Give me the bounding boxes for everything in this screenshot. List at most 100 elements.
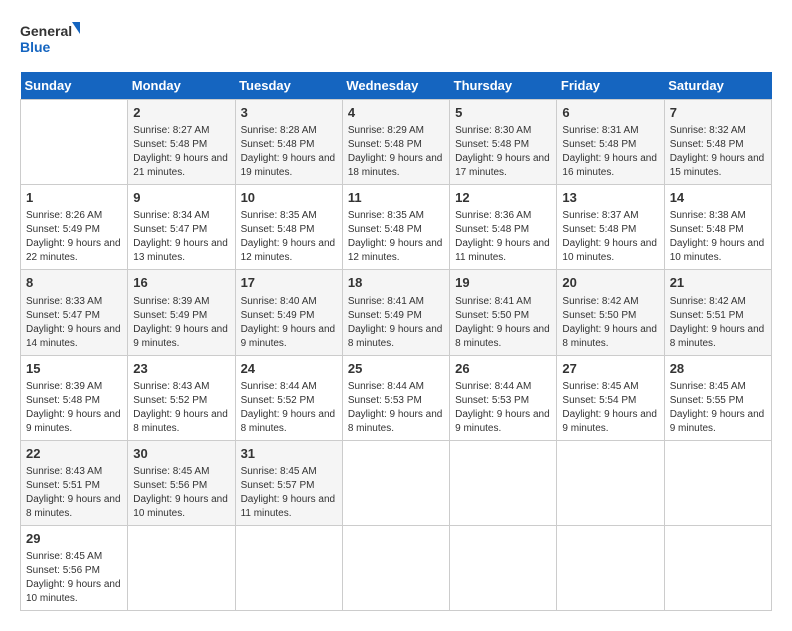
day-info: Sunrise: 8:42 AM Sunset: 5:51 PM Dayligh… [670, 295, 766, 351]
day-number: 2 [133, 104, 229, 122]
day-info: Sunrise: 8:33 AM Sunset: 5:47 PM Dayligh… [26, 295, 122, 351]
day-number: 13 [562, 189, 658, 207]
day-info: Sunrise: 8:29 AM Sunset: 5:48 PM Dayligh… [348, 124, 444, 180]
header: General Blue [20, 20, 772, 62]
day-info: Sunrise: 8:43 AM Sunset: 5:51 PM Dayligh… [26, 465, 122, 521]
day-info: Sunrise: 8:44 AM Sunset: 5:52 PM Dayligh… [241, 380, 337, 436]
calendar-week-row: 8 Sunrise: 8:33 AM Sunset: 5:47 PM Daylig… [21, 270, 772, 355]
day-number: 25 [348, 360, 444, 378]
calendar-cell: 18Sunrise: 8:41 AM Sunset: 5:49 PM Dayli… [342, 270, 449, 355]
calendar-header-row: SundayMondayTuesdayWednesdayThursdayFrid… [21, 72, 772, 100]
day-number: 7 [670, 104, 766, 122]
day-info: Sunrise: 8:26 AM Sunset: 5:49 PM Dayligh… [26, 209, 122, 265]
calendar-cell [664, 525, 771, 610]
calendar-cell: 16Sunrise: 8:39 AM Sunset: 5:49 PM Dayli… [128, 270, 235, 355]
calendar-cell: 4Sunrise: 8:29 AM Sunset: 5:48 PM Daylig… [342, 100, 449, 185]
day-number: 29 [26, 530, 122, 548]
day-info: Sunrise: 8:45 AM Sunset: 5:56 PM Dayligh… [26, 550, 122, 606]
day-header-friday: Friday [557, 72, 664, 100]
calendar-cell: 2 Sunrise: 8:27 AM Sunset: 5:48 PM Daylig… [128, 100, 235, 185]
day-info: Sunrise: 8:28 AM Sunset: 5:48 PM Dayligh… [241, 124, 337, 180]
day-info: Sunrise: 8:43 AM Sunset: 5:52 PM Dayligh… [133, 380, 229, 436]
calendar-cell: 21 Sunrise: 8:42 AM Sunset: 5:51 PM Dayli… [664, 270, 771, 355]
calendar-cell [21, 100, 128, 185]
day-info: Sunrise: 8:31 AM Sunset: 5:48 PM Dayligh… [562, 124, 658, 180]
calendar-cell: 19Sunrise: 8:41 AM Sunset: 5:50 PM Dayli… [450, 270, 557, 355]
day-number: 11 [348, 189, 444, 207]
day-header-tuesday: Tuesday [235, 72, 342, 100]
calendar-cell: 3 Sunrise: 8:28 AM Sunset: 5:48 PM Daylig… [235, 100, 342, 185]
calendar-cell: 22 Sunrise: 8:43 AM Sunset: 5:51 PM Dayli… [21, 440, 128, 525]
day-info: Sunrise: 8:30 AM Sunset: 5:48 PM Dayligh… [455, 124, 551, 180]
calendar-cell: 17 Sunrise: 8:40 AM Sunset: 5:49 PM Dayli… [235, 270, 342, 355]
day-info: Sunrise: 8:39 AM Sunset: 5:48 PM Dayligh… [26, 380, 122, 436]
day-number: 3 [241, 104, 337, 122]
svg-text:Blue: Blue [20, 39, 51, 55]
svg-text:General: General [20, 23, 72, 39]
day-info: Sunrise: 8:45 AM Sunset: 5:57 PM Dayligh… [241, 465, 337, 521]
calendar-cell [128, 525, 235, 610]
calendar-cell: 15 Sunrise: 8:39 AM Sunset: 5:48 PM Dayli… [21, 355, 128, 440]
calendar-cell: 12 Sunrise: 8:36 AM Sunset: 5:48 PM Dayli… [450, 185, 557, 270]
logo-svg: General Blue [20, 20, 80, 62]
day-info: Sunrise: 8:45 AM Sunset: 5:55 PM Dayligh… [670, 380, 766, 436]
day-number: 15 [26, 360, 122, 378]
day-number: 16 [133, 274, 229, 292]
day-number: 21 [670, 274, 766, 292]
calendar-cell: 23Sunrise: 8:43 AM Sunset: 5:52 PM Dayli… [128, 355, 235, 440]
day-number: 31 [241, 445, 337, 463]
day-number: 30 [133, 445, 229, 463]
day-info: Sunrise: 8:35 AM Sunset: 5:48 PM Dayligh… [348, 209, 444, 265]
day-number: 8 [26, 274, 122, 292]
calendar-cell: 9 Sunrise: 8:34 AM Sunset: 5:47 PM Daylig… [128, 185, 235, 270]
calendar-cell: 13 Sunrise: 8:37 AM Sunset: 5:48 PM Dayli… [557, 185, 664, 270]
day-number: 24 [241, 360, 337, 378]
calendar-cell: 8 Sunrise: 8:33 AM Sunset: 5:47 PM Daylig… [21, 270, 128, 355]
day-number: 12 [455, 189, 551, 207]
day-number: 1 [26, 189, 122, 207]
day-info: Sunrise: 8:41 AM Sunset: 5:50 PM Dayligh… [455, 295, 551, 351]
calendar-cell: 30Sunrise: 8:45 AM Sunset: 5:56 PM Dayli… [128, 440, 235, 525]
calendar-week-row: 22 Sunrise: 8:43 AM Sunset: 5:51 PM Dayli… [21, 440, 772, 525]
calendar-cell: 1 Sunrise: 8:26 AM Sunset: 5:49 PM Daylig… [21, 185, 128, 270]
day-number: 9 [133, 189, 229, 207]
calendar-week-row: 2 Sunrise: 8:27 AM Sunset: 5:48 PM Daylig… [21, 100, 772, 185]
day-info: Sunrise: 8:38 AM Sunset: 5:48 PM Dayligh… [670, 209, 766, 265]
day-info: Sunrise: 8:34 AM Sunset: 5:47 PM Dayligh… [133, 209, 229, 265]
day-header-sunday: Sunday [21, 72, 128, 100]
calendar-cell: 26 Sunrise: 8:44 AM Sunset: 5:53 PM Dayli… [450, 355, 557, 440]
day-number: 17 [241, 274, 337, 292]
calendar-cell: 11 Sunrise: 8:35 AM Sunset: 5:48 PM Dayli… [342, 185, 449, 270]
calendar-cell: 25 Sunrise: 8:44 AM Sunset: 5:53 PM Dayli… [342, 355, 449, 440]
calendar-cell: 20Sunrise: 8:42 AM Sunset: 5:50 PM Dayli… [557, 270, 664, 355]
calendar-cell [342, 440, 449, 525]
day-info: Sunrise: 8:40 AM Sunset: 5:49 PM Dayligh… [241, 295, 337, 351]
day-number: 10 [241, 189, 337, 207]
day-info: Sunrise: 8:36 AM Sunset: 5:48 PM Dayligh… [455, 209, 551, 265]
day-number: 22 [26, 445, 122, 463]
calendar-week-row: 1 Sunrise: 8:26 AM Sunset: 5:49 PM Daylig… [21, 185, 772, 270]
calendar-cell: 14Sunrise: 8:38 AM Sunset: 5:48 PM Dayli… [664, 185, 771, 270]
day-info: Sunrise: 8:27 AM Sunset: 5:48 PM Dayligh… [133, 124, 229, 180]
day-number: 6 [562, 104, 658, 122]
day-info: Sunrise: 8:44 AM Sunset: 5:53 PM Dayligh… [455, 380, 551, 436]
calendar-cell: 6 Sunrise: 8:31 AM Sunset: 5:48 PM Daylig… [557, 100, 664, 185]
day-info: Sunrise: 8:44 AM Sunset: 5:53 PM Dayligh… [348, 380, 444, 436]
calendar-week-row: 29 Sunrise: 8:45 AM Sunset: 5:56 PM Dayli… [21, 525, 772, 610]
day-header-monday: Monday [128, 72, 235, 100]
day-number: 26 [455, 360, 551, 378]
calendar-cell [450, 525, 557, 610]
calendar-cell: 31 Sunrise: 8:45 AM Sunset: 5:57 PM Dayli… [235, 440, 342, 525]
day-number: 20 [562, 274, 658, 292]
day-info: Sunrise: 8:35 AM Sunset: 5:48 PM Dayligh… [241, 209, 337, 265]
day-info: Sunrise: 8:45 AM Sunset: 5:54 PM Dayligh… [562, 380, 658, 436]
calendar-cell: 7 Sunrise: 8:32 AM Sunset: 5:48 PM Daylig… [664, 100, 771, 185]
day-info: Sunrise: 8:32 AM Sunset: 5:48 PM Dayligh… [670, 124, 766, 180]
day-info: Sunrise: 8:37 AM Sunset: 5:48 PM Dayligh… [562, 209, 658, 265]
calendar-week-row: 15 Sunrise: 8:39 AM Sunset: 5:48 PM Dayli… [21, 355, 772, 440]
day-header-saturday: Saturday [664, 72, 771, 100]
calendar-cell [235, 525, 342, 610]
calendar-cell: 5Sunrise: 8:30 AM Sunset: 5:48 PM Daylig… [450, 100, 557, 185]
day-header-wednesday: Wednesday [342, 72, 449, 100]
calendar-cell [664, 440, 771, 525]
